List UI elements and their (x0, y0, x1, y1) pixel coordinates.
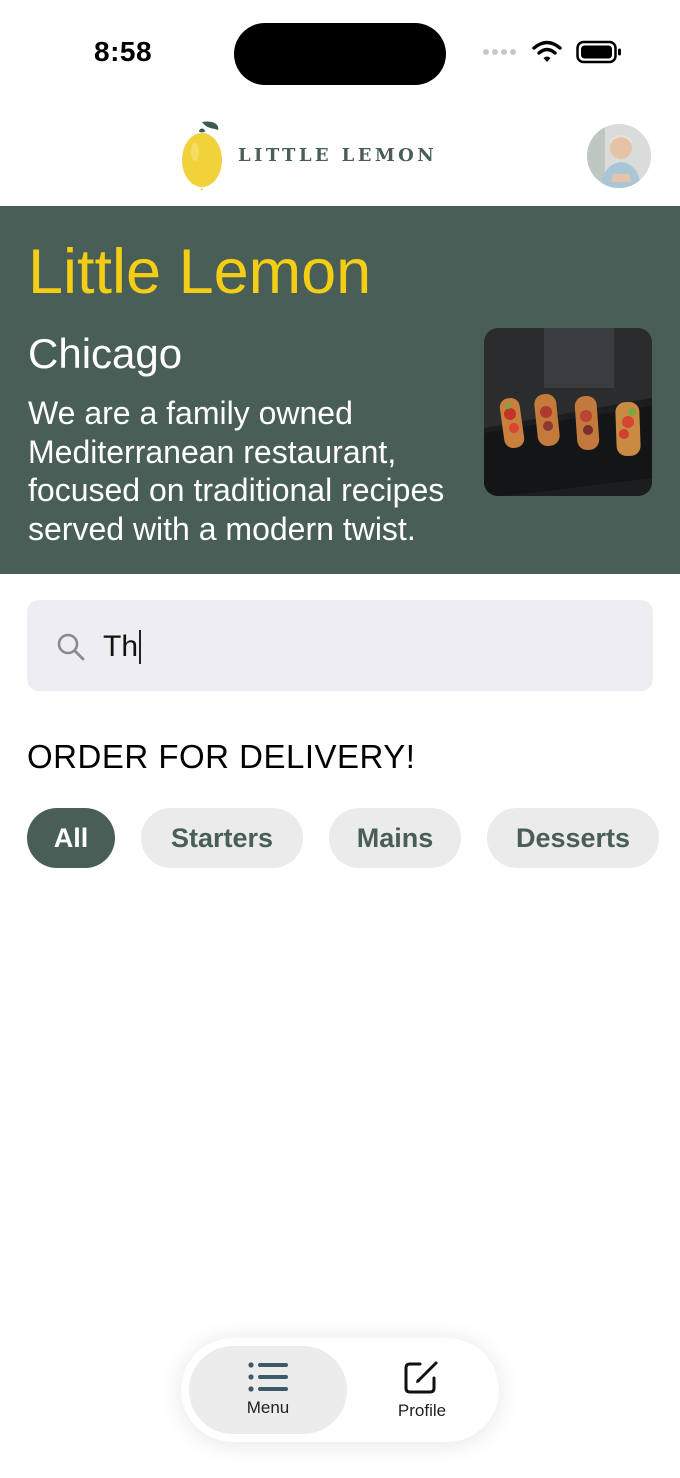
tab-menu[interactable]: Menu (189, 1346, 347, 1434)
battery-icon (576, 40, 621, 64)
status-indicators (482, 40, 622, 64)
logo: LITTLE LEMON (180, 120, 437, 190)
dynamic-island (234, 23, 446, 85)
tab-menu-label: Menu (246, 1398, 290, 1417)
hero-food-image (484, 328, 652, 496)
magnifying-glass-icon (57, 633, 85, 661)
signal-dots-icon (483, 49, 516, 55)
category-chip-starters[interactable]: Starters (141, 808, 303, 868)
category-chip-mains[interactable]: Mains (329, 808, 461, 868)
hero-description: We are a family owned Mediterranean rest… (28, 395, 445, 547)
status-bar: 8:58 (0, 0, 680, 110)
tab-profile[interactable]: Profile (353, 1346, 491, 1434)
edit-square-icon (404, 1361, 438, 1394)
hero-city: Chicago (28, 330, 183, 377)
search-value-text: Th (103, 630, 139, 663)
hero-title: Little Lemon (28, 237, 372, 307)
bottom-tab-bar: Menu Profile (181, 1338, 499, 1442)
tab-profile-label: Profile (397, 1401, 447, 1420)
wifi-icon (532, 40, 562, 62)
profile-avatar[interactable] (587, 124, 651, 188)
app-header: LITTLE LEMON (0, 110, 680, 206)
category-chip-desserts[interactable]: Desserts (487, 808, 659, 868)
order-section-title: ORDER FOR DELIVERY! (27, 738, 416, 775)
category-chip-all[interactable]: All (27, 808, 115, 868)
text-caret (139, 630, 142, 664)
category-filter-chips: All Starters Mains Desserts (27, 808, 659, 868)
status-time: 8:58 (94, 36, 153, 67)
lemon-logo-icon (182, 121, 222, 190)
logo-text: LITTLE LEMON (238, 144, 438, 166)
list-icon (248, 1362, 288, 1392)
avatar-image (587, 124, 651, 188)
hero-banner: Little Lemon Chicago We are a family own… (0, 206, 680, 574)
search-input-value[interactable]: Th (103, 630, 142, 664)
